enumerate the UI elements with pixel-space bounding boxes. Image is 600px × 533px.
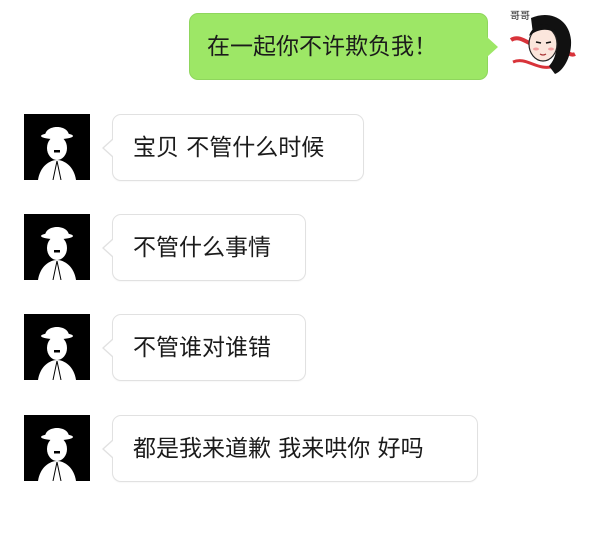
self-avatar[interactable]: 哥哥 xyxy=(509,10,577,78)
received-message-text: 不管什么事情 xyxy=(133,234,271,261)
received-message-text: 都是我来道歉 我来哄你 好吗 xyxy=(133,435,424,462)
received-message-bubble[interactable]: 不管谁对谁错 xyxy=(102,314,306,381)
received-message-text: 不管谁对谁错 xyxy=(133,334,271,361)
contact-avatar[interactable] xyxy=(24,314,90,380)
contact-avatar[interactable] xyxy=(24,415,90,481)
received-message-bubble[interactable]: 不管什么事情 xyxy=(102,214,306,281)
bowler-hat-man-icon xyxy=(24,214,90,280)
bowler-hat-man-icon xyxy=(24,415,90,481)
sticker-text: 哥哥 xyxy=(510,11,530,22)
contact-avatar[interactable] xyxy=(24,114,90,180)
sent-message-bubble[interactable]: 在一起你不许欺负我！ xyxy=(189,13,498,80)
chat-window: 在一起你不许欺负我！ 哥哥 宝贝 不管什么时候 不管什么事情 不管谁对谁错 都是… xyxy=(0,0,600,533)
sent-message-text: 在一起你不许欺负我！ xyxy=(207,33,437,60)
received-message-bubble[interactable]: 宝贝 不管什么时候 xyxy=(102,114,364,181)
contact-avatar[interactable] xyxy=(24,214,90,280)
bowler-hat-man-icon xyxy=(24,314,90,380)
received-message-bubble[interactable]: 都是我来道歉 我来哄你 好吗 xyxy=(102,415,478,482)
received-message-text: 宝贝 不管什么时候 xyxy=(133,134,325,161)
bowler-hat-man-icon xyxy=(24,114,90,180)
